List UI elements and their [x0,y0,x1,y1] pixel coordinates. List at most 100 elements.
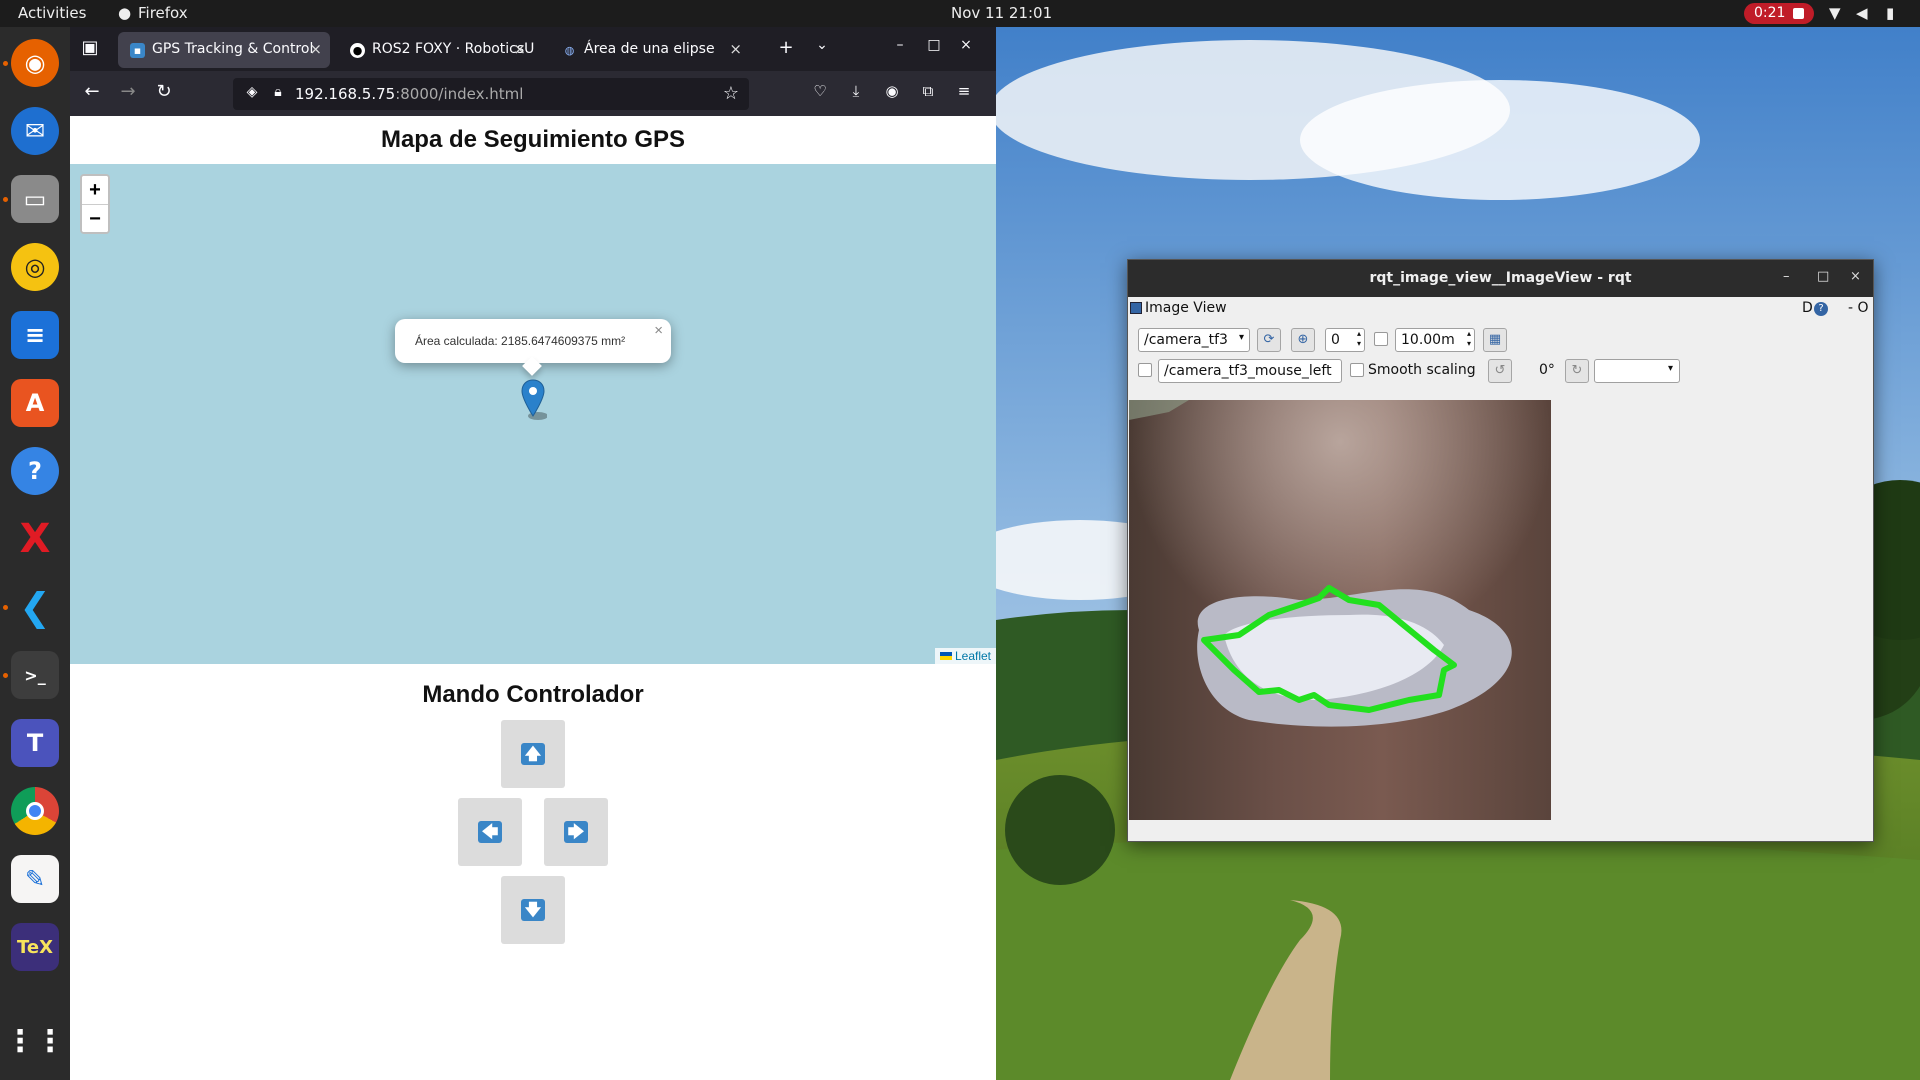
wifi-icon[interactable]: ▼ [1829,4,1841,22]
app-center-icon[interactable]: A [11,379,59,427]
dynamic-range-checkbox[interactable] [1374,332,1388,346]
tab-ros2-foxy[interactable]: ● ROS2 FOXY · RoboticsU × [338,32,534,68]
save-image-button[interactable]: ▦ [1483,328,1507,352]
dock: ◉ ✉ ▭ ◎ ≡ A ? X ❮ >_ T ✎ TeX ⋮⋮ [0,27,70,1080]
max-range-spinbox[interactable]: 10.00m ▴ ▾ [1395,328,1475,352]
leaflet-link[interactable]: Leaflet [955,649,991,663]
chrome-icon[interactable] [11,787,59,835]
dock-toggle-label[interactable]: D [1802,300,1813,316]
vscode-icon[interactable]: ❮ [11,583,59,631]
terminal-icon[interactable]: >_ [11,651,59,699]
app-menu-label[interactable]: Firefox [138,4,188,22]
running-indicator [3,605,8,610]
close-window-icon[interactable]: × [1850,269,1861,284]
right-button[interactable]: 🡆 [544,798,608,866]
arrow-right-icon: 🡆 [564,821,588,843]
topic-select[interactable]: /camera_tf3 ▾ [1138,328,1250,352]
rqt-titlebar[interactable]: rqt_image_view__ImageView - rqt – □ × [1128,260,1873,297]
running-indicator [3,197,8,202]
popup-close-button[interactable]: × [654,322,663,339]
close-tab-icon[interactable]: × [513,40,526,58]
rotate-right-button[interactable]: ↻ [1565,359,1589,383]
url-bar[interactable]: ◈ 🔒︎ 192.168.5.75:8000/index.html ☆ [233,78,749,110]
account-icon[interactable]: ◉ [880,82,904,100]
chevron-down-icon: ▾ [1238,332,1244,343]
rotate-left-button[interactable]: ↺ [1488,359,1512,383]
tracking-shield-icon[interactable]: ◈ [243,84,261,100]
tab-overview-icon[interactable]: ▣ [80,37,100,58]
files-icon[interactable]: ▭ [11,175,59,223]
help-icon[interactable]: ? [1814,302,1828,316]
close-plugin-controls[interactable]: - O [1848,300,1869,316]
minimize-icon[interactable]: – [890,37,910,53]
rotation-label: 0° [1539,362,1555,378]
downloads-icon[interactable]: ⤓ [844,82,868,100]
tab-label: Área de una elipse [584,41,715,57]
zoom-fit-button[interactable]: ⊕ [1291,328,1315,352]
xtext-icon[interactable]: X [11,515,59,563]
mouse-topic-input[interactable]: /camera_tf3_mouse_left [1158,359,1342,383]
help-icon[interactable]: ? [11,447,59,495]
spin-arrows-icon[interactable]: ▴ ▾ [1357,329,1361,349]
camera-image[interactable] [1129,400,1551,820]
writer-icon[interactable]: ≡ [11,311,59,359]
url-host: 192.168.5.75 [295,85,396,103]
mouse-topic-value: /camera_tf3_mouse_left [1164,363,1332,379]
teams-icon[interactable]: T [11,719,59,767]
left-button[interactable]: 🡄 [458,798,522,866]
page-content: Mapa de Seguimiento GPS + − Área calcula… [70,116,996,1080]
color-scheme-select[interactable]: ▾ [1594,359,1680,383]
texmaker-icon[interactable]: TeX [11,923,59,971]
maximize-icon[interactable]: □ [1817,269,1829,284]
reload-icon[interactable]: ↻ [152,81,176,102]
publish-mouse-checkbox[interactable] [1138,363,1152,377]
arrow-up-icon: 🡅 [521,743,545,765]
power-icon[interactable]: ▮ [1886,4,1894,22]
zoom-in-button[interactable]: + [82,176,108,204]
refresh-topics-button[interactable]: ⟳ [1257,328,1281,352]
down-button[interactable]: 🡇 [501,876,565,944]
app-menu-icon[interactable]: ≡ [952,82,976,100]
thunderbird-icon[interactable]: ✉ [11,107,59,155]
tab-bar: ▣ ▪ GPS Tracking & Control × ● ROS2 FOXY… [70,27,996,71]
rhythmbox-icon[interactable]: ◎ [11,243,59,291]
close-window-icon[interactable]: × [956,37,976,53]
maximize-icon[interactable]: □ [924,37,944,53]
clock[interactable]: Nov 11 21:01 [951,4,1052,22]
pocket-icon[interactable]: ♡ [808,82,832,100]
url-path: :8000/index.html [395,85,524,103]
tab-area-elipse[interactable]: ◍ Área de una elipse × [550,32,750,68]
bookmark-star-icon[interactable]: ☆ [721,83,741,104]
close-tab-icon[interactable]: × [729,40,742,58]
volume-icon[interactable]: ◀ [1856,4,1868,22]
tab-gps-tracking[interactable]: ▪ GPS Tracking & Control × [118,32,330,68]
list-tabs-icon[interactable]: ⌄ [812,37,832,53]
zoom-out-button[interactable]: − [82,204,108,232]
minimize-icon[interactable]: – [1783,269,1790,284]
lock-icon[interactable]: 🔒︎ [269,84,287,100]
range-value: 10.00m [1401,332,1455,348]
screen-recording-indicator[interactable]: 0:21 [1744,3,1814,24]
spin-arrows-icon[interactable]: ▴ ▾ [1467,329,1471,349]
text-editor-icon[interactable]: ✎ [11,855,59,903]
navigation-bar: ← → ↻ ◈ 🔒︎ 192.168.5.75:8000/index.html … [70,71,996,116]
up-button[interactable]: 🡅 [501,720,565,788]
firefox-icon[interactable]: ◉ [11,39,59,87]
map-marker-icon[interactable] [519,378,547,422]
back-icon[interactable]: ← [80,81,104,102]
smooth-scaling-checkbox[interactable] [1350,363,1364,377]
plugin-title: Image View [1145,300,1227,316]
topic-value: /camera_tf3 [1144,332,1228,348]
firefox-app-icon: ● [118,4,132,22]
extensions-icon[interactable]: ⧉ [916,82,940,100]
window-title: rqt_image_view__ImageView - rqt [1369,270,1632,286]
activities-button[interactable]: Activities [18,4,86,22]
globe-icon: ◍ [564,44,575,57]
numeric-spinbox[interactable]: 0 ▴ ▾ [1325,328,1365,352]
close-tab-icon[interactable]: × [309,40,322,58]
new-tab-icon[interactable]: + [776,37,796,58]
map[interactable]: + − Área calculada: 2185.6474609375 mm² … [70,164,996,664]
app-grid-icon[interactable]: ⋮⋮ [5,1017,65,1065]
chevron-down-icon: ▾ [1667,363,1673,374]
forward-icon[interactable]: → [116,81,140,102]
